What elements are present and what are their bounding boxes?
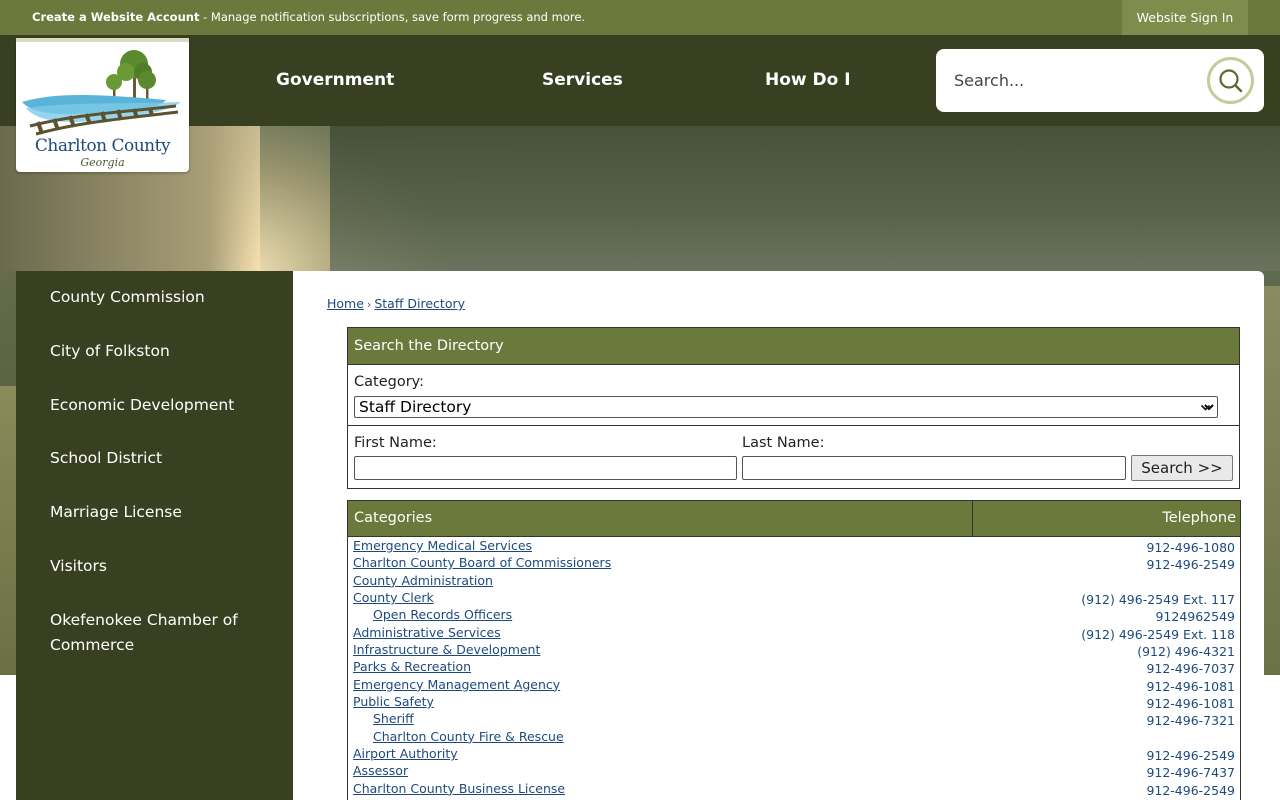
sidebar-item-school-district[interactable]: School District	[50, 446, 270, 471]
category-phone: 912-496-1080	[1146, 540, 1235, 555]
table-row: Emergency Medical Services 912-496-1080	[348, 537, 1240, 555]
website-sign-in-button[interactable]: Website Sign In	[1122, 0, 1248, 35]
category-phone: 912-496-7321	[1146, 713, 1235, 729]
breadcrumb-separator-icon: ›	[366, 298, 372, 311]
category-link[interactable]: Emergency Management Agency	[353, 677, 560, 692]
category-phone: 912-496-2549	[1146, 557, 1235, 573]
directory-search-button[interactable]: Search >>	[1131, 455, 1233, 481]
table-row: County Administration	[348, 572, 1240, 589]
category-label: Category:	[354, 374, 425, 390]
site-search-input[interactable]	[954, 63, 1194, 97]
category-phone: 912-496-1081	[1146, 678, 1235, 694]
category-phone: (912) 496-4321	[1137, 644, 1235, 660]
create-account-link[interactable]: Create a Website Account	[32, 10, 199, 24]
category-phone: 912-496-2549	[1146, 782, 1235, 798]
category-phone: 912-496-7437	[1146, 765, 1235, 781]
categories-list: Emergency Medical Services 912-496-1080 Ch…	[348, 537, 1240, 798]
category-select[interactable]: Staff Directory	[354, 396, 1218, 418]
sidebar-item-city-of-folkston[interactable]: City of Folkston	[50, 339, 270, 364]
nav-government[interactable]: Government	[276, 35, 394, 126]
directory-search-title: Search the Directory	[348, 328, 1239, 365]
sidebar-nav: County Commission City of Folkston Econo…	[16, 271, 293, 800]
column-header-telephone: Telephone	[1162, 510, 1236, 526]
sidebar-item-marriage-license[interactable]: Marriage License	[50, 500, 270, 525]
nav-services[interactable]: Services	[542, 35, 623, 126]
category-link[interactable]: Sheriff	[373, 711, 414, 726]
sidebar-item-okefenokee-chamber[interactable]: Okefenokee Chamber of Commerce	[50, 608, 270, 658]
breadcrumb: Home › Staff Directory	[327, 296, 465, 311]
category-link[interactable]: Assessor	[353, 763, 408, 778]
category-link[interactable]: Airport Authority	[353, 746, 458, 761]
last-name-input[interactable]	[742, 456, 1126, 480]
table-row: Charlton County Fire & Rescue	[348, 728, 1240, 745]
categories-table: Categories Telephone Emergency Medical S…	[347, 500, 1241, 800]
sidebar-item-economic-development[interactable]: Economic Development	[50, 393, 270, 418]
hero-forest	[330, 126, 1280, 271]
category-phone: 9124962549	[1155, 609, 1235, 625]
sidebar-item-county-commission[interactable]: County Commission	[50, 285, 270, 310]
first-name-input[interactable]	[354, 456, 737, 480]
hero-left-grass	[0, 386, 16, 675]
first-name-label: First Name:	[354, 435, 437, 451]
column-divider	[972, 501, 973, 537]
last-name-label: Last Name:	[742, 435, 825, 451]
category-link[interactable]: Public Safety	[353, 694, 434, 709]
category-phone: (912) 496-2549 Ext. 118	[1081, 626, 1235, 642]
table-row: Emergency Management Agency 912-496-1081	[348, 676, 1240, 694]
category-link[interactable]: Administrative Services	[353, 625, 501, 640]
logo-county-name: Charlton County	[34, 136, 171, 156]
category-phone: 912-496-2549	[1146, 748, 1235, 764]
main-content: Home › Staff Directory Search the Director…	[293, 271, 1264, 800]
chevron-down-icon	[1200, 404, 1211, 411]
category-link[interactable]: County Clerk	[353, 590, 434, 605]
hero-right-grass	[1264, 286, 1280, 675]
sidebar-item-visitors[interactable]: Visitors	[50, 554, 270, 579]
category-link[interactable]: Charlton County Board of Commissioners	[353, 555, 611, 570]
category-phone: 912-496-7037	[1146, 661, 1235, 677]
table-row: Public Safety 912-496-1081	[348, 693, 1240, 712]
category-link[interactable]: Open Records Officers	[373, 607, 512, 622]
category-link[interactable]: Charlton County Business License	[353, 781, 565, 796]
table-row: Assessor 912-496-7437	[348, 762, 1240, 781]
breadcrumb-staff-directory[interactable]: Staff Directory	[374, 296, 465, 311]
site-search-button[interactable]	[1207, 57, 1254, 104]
logo-state-name: Georgia	[80, 156, 125, 169]
category-link[interactable]: Infrastructure & Development	[353, 642, 540, 657]
directory-search-form: Search the Directory Category: Staff Dir…	[347, 327, 1240, 489]
table-row: Infrastructure & Development (912) 496-43…	[348, 641, 1240, 660]
tree-logo-icon	[22, 50, 181, 136]
category-link[interactable]: County Administration	[353, 573, 493, 588]
nav-how-do-i[interactable]: How Do I	[765, 35, 851, 126]
create-account-promo[interactable]: Create a Website Account - Manage notifi…	[32, 10, 585, 24]
table-row: Charlton County Board of Commissioners 91…	[348, 554, 1240, 573]
table-row: County Clerk (912) 496-2549 Ext. 117	[348, 589, 1240, 608]
table-row: Parks & Recreation 912-496-7037	[348, 658, 1240, 677]
create-account-description: - Manage notification subscriptions, sav…	[199, 10, 586, 24]
table-row: Airport Authority 912-496-2549	[348, 745, 1240, 764]
table-row: Open Records Officers 9124962549	[348, 606, 1240, 625]
category-phone: 912-496-1081	[1146, 696, 1235, 712]
table-row: Administrative Services (912) 496-2549 Ex…	[348, 624, 1240, 642]
county-logo[interactable]: Charlton County Georgia	[16, 38, 189, 172]
column-header-categories: Categories	[354, 510, 433, 526]
category-phone: (912) 496-2549 Ext. 117	[1081, 592, 1235, 608]
category-link[interactable]: Charlton County Fire & Rescue	[373, 729, 564, 744]
table-row: Sheriff 912-496-7321	[348, 710, 1240, 729]
table-row: Charlton County Business License 912-496-…	[348, 780, 1240, 798]
category-link[interactable]: Emergency Medical Services	[353, 538, 532, 553]
top-bar: Create a Website Account - Manage notifi…	[0, 0, 1280, 35]
category-row: Category: Staff Directory	[348, 365, 1239, 426]
categories-table-header: Categories Telephone	[348, 501, 1240, 537]
category-link[interactable]: Parks & Recreation	[353, 659, 471, 674]
search-icon	[1219, 69, 1243, 93]
breadcrumb-home[interactable]: Home	[327, 296, 364, 311]
